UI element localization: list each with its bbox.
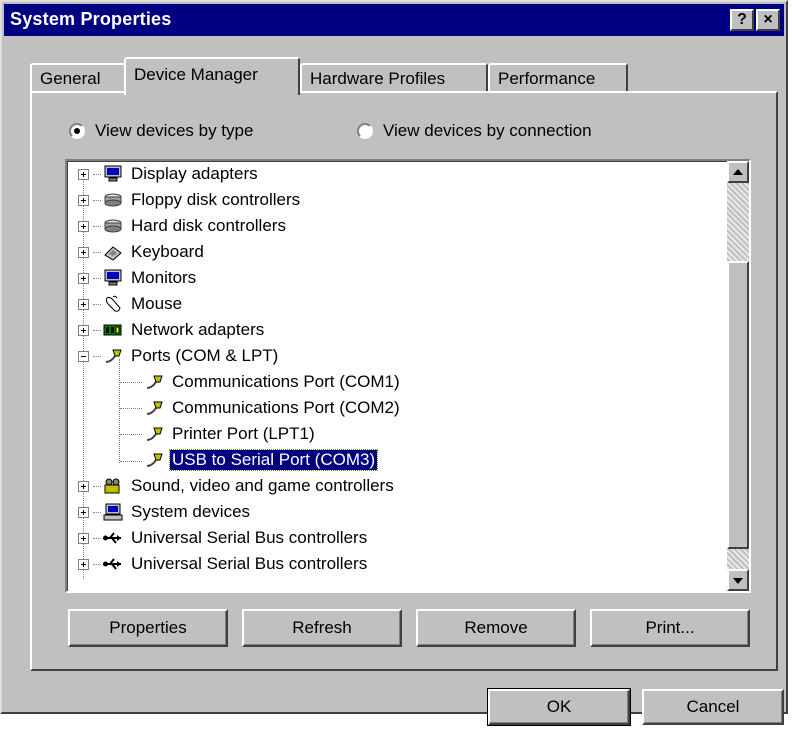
tree-item-label: Sound, video and game controllers [131, 476, 394, 495]
collapse-button[interactable] [78, 350, 89, 362]
scroll-thumb[interactable] [727, 261, 749, 549]
usb-icon [103, 555, 123, 573]
monitor-icon [103, 269, 123, 287]
tree-item-mouse[interactable]: Mouse [78, 291, 184, 317]
disk-controller-icon [103, 191, 123, 209]
tree-item-label: Communications Port (COM1) [172, 372, 400, 391]
expand-button[interactable] [78, 298, 89, 310]
print-button[interactable]: Print... [590, 609, 750, 647]
mouse-icon [103, 295, 123, 313]
sound-icon [103, 477, 123, 495]
tree-item-label: Universal Serial Bus controllers [131, 528, 368, 547]
expand-button[interactable] [78, 272, 89, 284]
view-by-connection-option[interactable]: View devices by connection [357, 121, 592, 141]
tree-item-hard-disk-controllers[interactable]: Hard disk controllers [78, 213, 288, 239]
tree-item-lpt1[interactable]: Printer Port (LPT1) [144, 421, 317, 447]
tree-item-usb-controllers[interactable]: Universal Serial Bus controllers [78, 551, 369, 577]
expand-button[interactable] [78, 194, 89, 206]
tree-item-label: Hard disk controllers [131, 216, 286, 235]
port-icon [144, 399, 164, 417]
view-by-connection-label: View devices by connection [383, 121, 592, 140]
expand-button[interactable] [78, 532, 89, 544]
expand-button[interactable] [78, 480, 89, 492]
tree-ports-branch-line [119, 359, 120, 463]
tree-item-sound-video-game[interactable]: Sound, video and game controllers [78, 473, 396, 499]
tree-item-label: Network adapters [131, 320, 265, 339]
keyboard-icon [103, 243, 123, 261]
close-button[interactable]: × [756, 9, 780, 31]
tree-item-network-adapters[interactable]: Network adapters [78, 317, 266, 343]
expand-button[interactable] [78, 168, 89, 180]
tree-item-com2[interactable]: Communications Port (COM2) [144, 395, 402, 421]
view-by-type-radio[interactable] [69, 123, 85, 139]
system-devices-icon [103, 503, 123, 521]
tree-item-label: Communications Port (COM2) [172, 398, 400, 417]
port-icon [144, 373, 164, 391]
port-icon [144, 425, 164, 443]
ok-button[interactable]: OK [487, 688, 631, 726]
tab-performance[interactable]: Performance [488, 63, 628, 93]
expand-button[interactable] [78, 558, 89, 570]
tree-item-keyboard[interactable]: Keyboard [78, 239, 206, 265]
tree-item-label: Ports (COM & LPT) [131, 346, 279, 365]
properties-button[interactable]: Properties [68, 609, 228, 647]
tree-item-system-devices[interactable]: System devices [78, 499, 252, 525]
tree-item-usb-controllers[interactable]: Universal Serial Bus controllers [78, 525, 369, 551]
port-icon [144, 451, 164, 469]
title-bar[interactable]: System Properties ? × [4, 4, 784, 36]
tree-scrollbar[interactable] [727, 161, 749, 591]
help-button[interactable]: ? [730, 9, 754, 31]
tree-connector [120, 408, 142, 409]
view-by-type-option[interactable]: View devices by type [69, 121, 253, 141]
expand-button[interactable] [78, 220, 89, 232]
port-icon [103, 347, 123, 365]
cancel-button[interactable]: Cancel [642, 689, 784, 725]
view-by-connection-radio[interactable] [357, 123, 373, 139]
device-manager-panel: View devices by type View devices by con… [30, 91, 778, 671]
tab-device-manager[interactable]: Device Manager [124, 57, 300, 95]
refresh-button[interactable]: Refresh [242, 609, 402, 647]
scroll-up-button[interactable] [727, 161, 749, 183]
usb-icon [103, 529, 123, 547]
tree-item-label: Monitors [131, 268, 197, 287]
tree-connector [120, 434, 142, 435]
tree-item-display-adapters[interactable]: Display adapters [78, 161, 260, 187]
scroll-down-button[interactable] [727, 569, 749, 591]
expand-button[interactable] [78, 506, 89, 518]
tree-item-label: USB to Serial Port (COM3) [168, 449, 379, 471]
tab-hardware-profiles[interactable]: Hardware Profiles [300, 63, 488, 93]
tree-item-com1[interactable]: Communications Port (COM1) [144, 369, 402, 395]
tree-item-label: Printer Port (LPT1) [172, 424, 315, 443]
tree-item-floppy-disk-controllers[interactable]: Floppy disk controllers [78, 187, 302, 213]
display-adapter-icon [103, 165, 123, 183]
tree-item-label: Floppy disk controllers [131, 190, 301, 209]
tree-item-label: Mouse [131, 294, 183, 313]
tab-general[interactable]: General [30, 63, 126, 93]
remove-button[interactable]: Remove [416, 609, 576, 647]
expand-button[interactable] [78, 324, 89, 336]
device-tree[interactable]: Display adapters Floppy disk controllers… [65, 159, 751, 593]
tree-item-label: Universal Serial Bus controllers [131, 554, 368, 573]
window-title: System Properties [10, 9, 172, 29]
tree-item-label: Display adapters [131, 164, 258, 183]
tree-item-monitors[interactable]: Monitors [78, 265, 198, 291]
expand-button[interactable] [78, 246, 89, 258]
system-properties-window: System Properties ? × General Device Man… [0, 0, 788, 726]
tree-connector [120, 382, 142, 383]
tree-connector [120, 461, 142, 462]
tree-item-ports[interactable]: Ports (COM & LPT) [78, 343, 280, 369]
network-adapter-icon [103, 321, 123, 339]
disk-controller-icon [103, 217, 123, 235]
tree-item-label: Keyboard [131, 242, 204, 261]
tree-item-label: System devices [131, 502, 251, 521]
view-by-type-label: View devices by type [95, 121, 254, 140]
tree-item-com3[interactable]: USB to Serial Port (COM3) [144, 447, 379, 473]
